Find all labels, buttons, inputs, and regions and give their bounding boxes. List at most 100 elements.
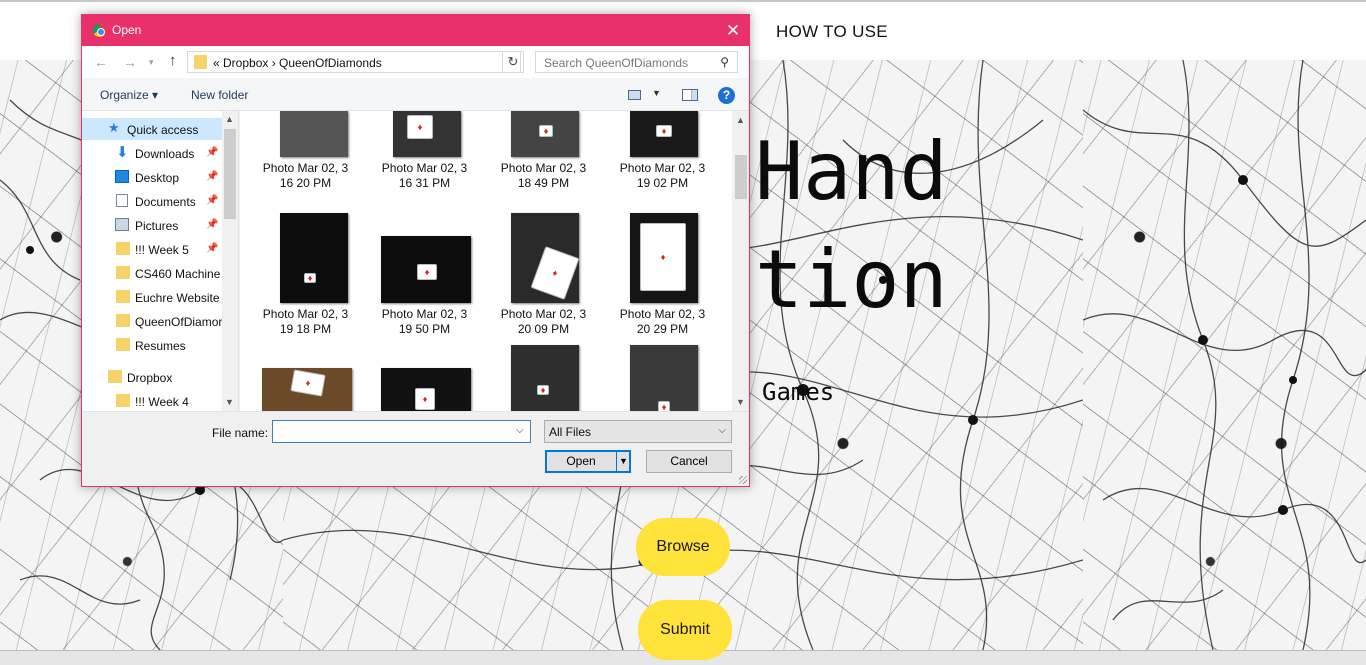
recent-locations-chevron-icon[interactable]: ▾ xyxy=(149,57,154,68)
chevron-down-icon[interactable]: ▼ xyxy=(652,88,661,98)
file-tile[interactable]: Photo Mar 02, 3 18 49 PM xyxy=(486,111,601,201)
split-divider xyxy=(616,451,617,472)
dropbox-folder-icon xyxy=(108,370,122,383)
browse-button[interactable]: Browse xyxy=(636,518,730,576)
nav-item-label: Euchre Website xyxy=(135,291,220,305)
photo-thumbnail xyxy=(630,111,698,157)
photo-thumbnail xyxy=(381,368,471,411)
nav-item-resumes[interactable]: Resumes xyxy=(82,334,222,356)
playing-card-icon xyxy=(537,385,549,395)
navigation-pane: ★ Quick access ⬇ Downloads 📌 Desktop 📌 D… xyxy=(82,111,239,411)
nav-item-quick-access[interactable]: ★ Quick access xyxy=(82,118,222,140)
cancel-button[interactable]: Cancel xyxy=(646,450,732,473)
open-button[interactable]: Open ▼ xyxy=(545,450,631,473)
playing-card-icon xyxy=(539,125,553,137)
photo-thumbnail xyxy=(511,345,579,411)
file-name-input[interactable] xyxy=(272,420,531,443)
file-name-line-2: 18 49 PM xyxy=(517,176,570,190)
file-name-line-2: 16 31 PM xyxy=(398,176,451,190)
file-tile[interactable] xyxy=(605,345,720,411)
chevron-down-icon[interactable]: ⌵ xyxy=(516,425,524,436)
playing-card-icon xyxy=(304,273,316,283)
file-tile[interactable]: Photo Mar 02, 3 19 50 PM xyxy=(367,213,482,338)
file-type-select[interactable]: All Files ⌵ xyxy=(544,420,732,443)
refresh-icon[interactable]: ↻ xyxy=(502,51,524,73)
playing-card-icon xyxy=(415,388,435,410)
nav-item-label: CS460 Machine l xyxy=(135,267,222,281)
open-file-dialog: Open ✕ ← → ▾ ↑ « Dropbox › QueenOfDiamon… xyxy=(81,14,750,487)
close-button[interactable]: ✕ xyxy=(717,15,749,46)
neuron-background-right xyxy=(1083,60,1366,650)
nav-item-queenofdiamonds[interactable]: QueenOfDiamor xyxy=(82,310,222,332)
how-to-use-link[interactable]: HOW TO USE xyxy=(776,22,888,42)
scroll-up-icon[interactable]: ▲ xyxy=(736,115,745,125)
nav-item-cs460[interactable]: CS460 Machine l xyxy=(82,262,222,284)
submit-button[interactable]: Submit xyxy=(638,600,732,660)
file-scrollbar-thumb[interactable] xyxy=(735,155,747,199)
nav-item-documents[interactable]: Documents 📌 xyxy=(82,190,222,212)
back-arrow-icon[interactable]: ← xyxy=(94,54,108,70)
nav-item-label: QueenOfDiamor xyxy=(135,315,222,329)
file-name-line-2: 19 02 PM xyxy=(636,176,689,190)
new-folder-button[interactable]: New folder xyxy=(191,88,248,102)
pin-icon: 📌 xyxy=(206,147,219,158)
nav-item-week-4[interactable]: !!! Week 4 xyxy=(82,390,222,411)
dialog-titlebar[interactable]: Open ✕ xyxy=(82,15,749,46)
view-mode-icon[interactable] xyxy=(628,90,641,100)
nav-item-label: !!! Week 4 xyxy=(135,395,189,409)
nav-item-week-5[interactable]: !!! Week 5 📌 xyxy=(82,238,222,260)
page: HOW TO USE Hand tion Games Browse Submit… xyxy=(0,0,1366,665)
forward-arrow-icon[interactable]: → xyxy=(123,54,137,70)
file-tile[interactable]: Photo Mar 02, 3 16 31 PM xyxy=(367,111,482,201)
chevron-down-icon[interactable]: ▼ xyxy=(619,451,628,472)
nav-item-desktop[interactable]: Desktop 📌 xyxy=(82,166,222,188)
file-type-value: All Files xyxy=(549,425,592,439)
nav-item-downloads[interactable]: ⬇ Downloads 📌 xyxy=(82,142,222,164)
documents-icon xyxy=(116,194,128,207)
file-tile[interactable]: Photo Mar 02, 3 16 20 PM xyxy=(248,111,363,201)
file-tile[interactable]: Photo Mar 02, 3 19 18 PM xyxy=(248,213,363,338)
preview-pane-icon[interactable] xyxy=(682,89,698,101)
folder-icon xyxy=(116,314,130,327)
file-tile[interactable] xyxy=(486,345,601,411)
file-tile[interactable] xyxy=(367,345,482,411)
address-breadcrumb[interactable]: « Dropbox › QueenOfDiamonds xyxy=(213,56,382,70)
scroll-down-icon[interactable]: ▼ xyxy=(736,397,745,407)
file-tile[interactable]: Photo Mar 02, 3 19 02 PM xyxy=(605,111,720,201)
file-tile[interactable]: Photo Mar 02, 3 20 29 PM xyxy=(605,213,720,338)
folder-icon xyxy=(194,55,207,69)
file-name-line-1: Photo Mar 02, 3 xyxy=(262,307,349,321)
file-name-line-2: 19 18 PM xyxy=(279,322,332,336)
nav-item-euchre-website[interactable]: Euchre Website xyxy=(82,286,222,308)
help-icon[interactable]: ? xyxy=(718,87,735,104)
organize-menu[interactable]: Organize ▾ xyxy=(100,88,158,102)
file-name-line-1: Photo Mar 02, 3 xyxy=(500,161,587,175)
folder-icon xyxy=(116,266,130,279)
nav-item-label: Documents xyxy=(135,195,196,209)
photo-thumbnail xyxy=(630,213,698,303)
file-tile[interactable]: Photo Mar 02, 3 20 09 PM xyxy=(486,213,601,338)
file-tile[interactable] xyxy=(248,345,363,411)
resize-grip-icon[interactable] xyxy=(739,476,747,484)
file-name-label: File name: xyxy=(212,426,269,440)
file-name-line-1: Photo Mar 02, 3 xyxy=(381,307,468,321)
nav-item-pictures[interactable]: Pictures 📌 xyxy=(82,214,222,236)
nav-item-label: !!! Week 5 xyxy=(135,243,189,257)
up-arrow-icon[interactable]: ↑ xyxy=(169,52,177,69)
nav-item-dropbox[interactable]: Dropbox xyxy=(82,366,222,388)
photo-thumbnail xyxy=(280,213,348,303)
file-name-line-1: Photo Mar 02, 3 xyxy=(262,161,349,175)
photo-thumbnail xyxy=(511,213,580,303)
nav-scrollbar-thumb[interactable] xyxy=(224,129,236,219)
pin-icon: 📌 xyxy=(206,243,219,254)
address-bar[interactable]: « Dropbox › QueenOfDiamonds ⌵ xyxy=(187,51,604,73)
search-input[interactable]: Search QueenOfDiamonds ⚲ xyxy=(535,51,738,73)
address-row: ← → ▾ ↑ « Dropbox › QueenOfDiamonds ⌵ ↻ … xyxy=(82,46,749,78)
file-name-line-1: Photo Mar 02, 3 xyxy=(381,161,468,175)
scroll-down-icon[interactable]: ▼ xyxy=(225,397,234,407)
pin-icon: 📌 xyxy=(206,171,219,182)
playing-card-icon xyxy=(417,264,437,280)
scroll-up-icon[interactable]: ▲ xyxy=(225,114,234,124)
hero-title-line-1: Hand xyxy=(755,125,948,218)
pin-icon: 📌 xyxy=(206,195,219,206)
